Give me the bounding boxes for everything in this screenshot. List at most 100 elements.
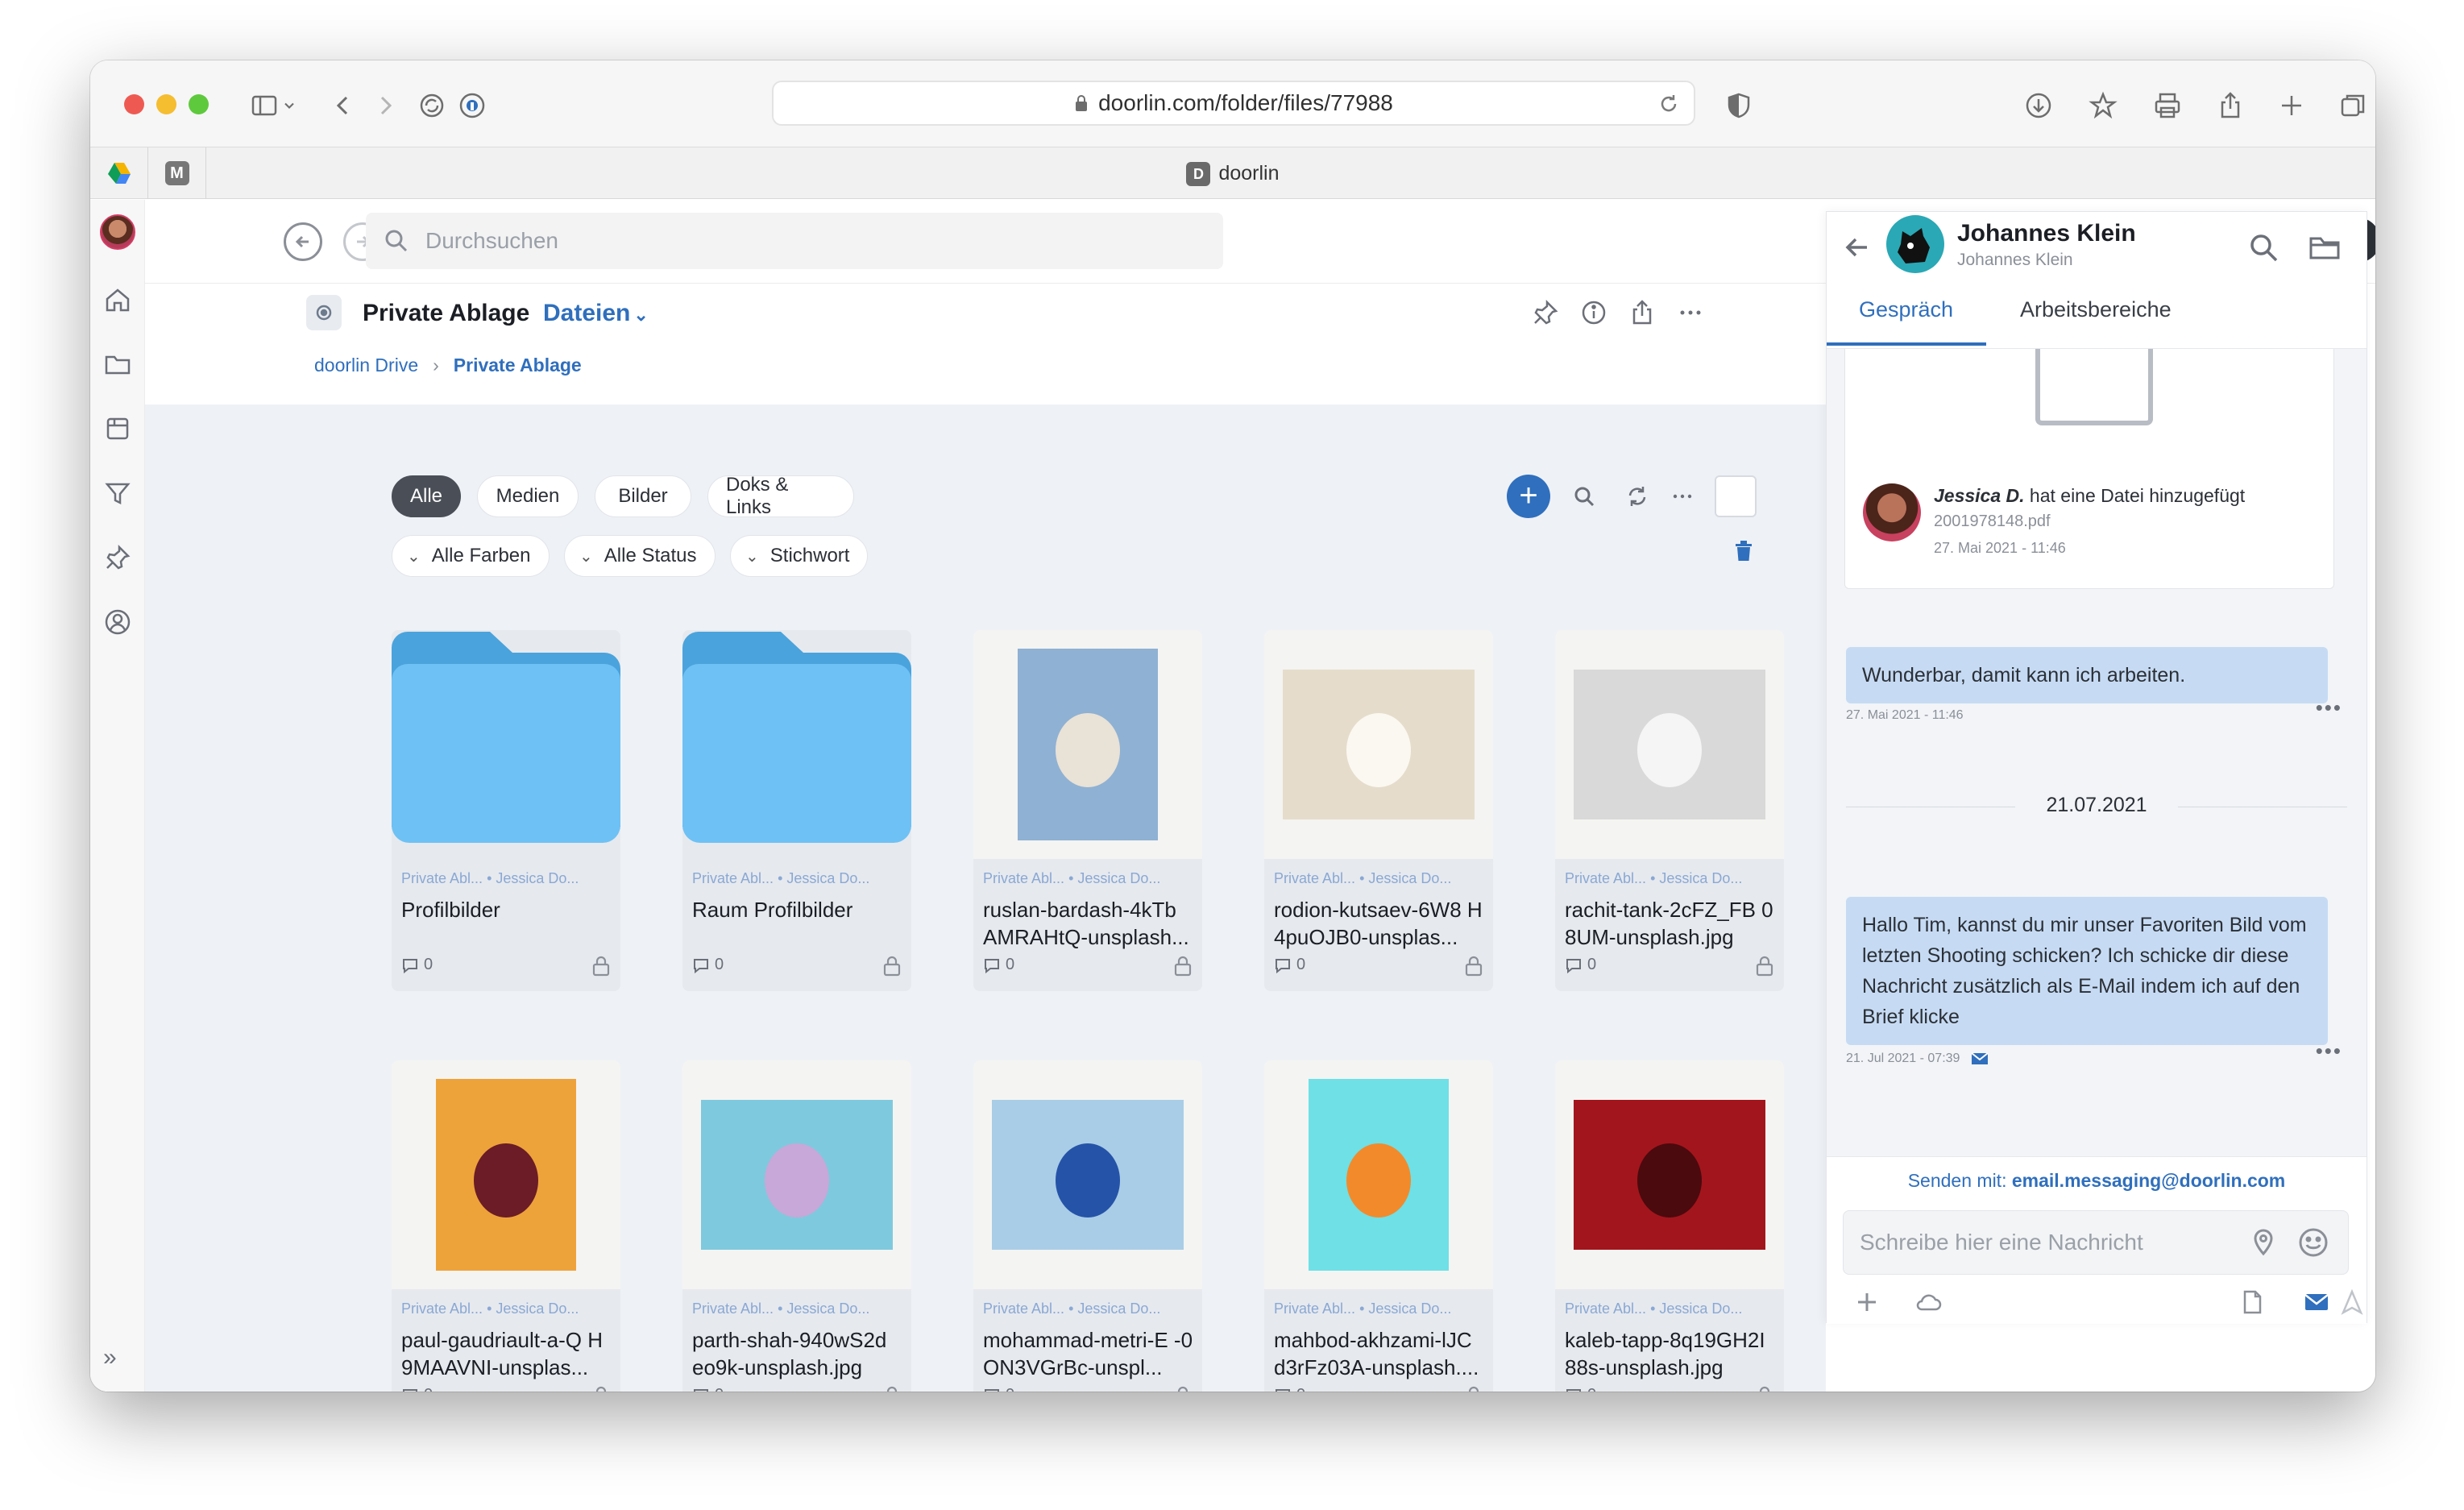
view-selector[interactable]: Dateien ⌄ <box>543 300 649 327</box>
privacy-shield-icon[interactable] <box>1716 83 1761 128</box>
status-filter-dropdown[interactable]: ⌄ Alle Status <box>564 535 716 577</box>
tab-conversation[interactable]: Gespräch <box>1859 297 1953 322</box>
comment-count[interactable]: 0 <box>1565 1386 1596 1392</box>
search-icon[interactable] <box>2246 230 2281 265</box>
info-icon[interactable] <box>1576 295 1612 330</box>
folder-card[interactable]: Private Abl... • Jessica Do... Profilbil… <box>392 630 620 991</box>
password-extension-icon[interactable] <box>450 83 495 128</box>
message-more-icon[interactable]: ••• <box>2316 1039 2342 1064</box>
contact-avatar[interactable] <box>1886 215 1944 273</box>
message-input[interactable]: Schreibe hier eine Nachricht <box>1843 1210 2349 1275</box>
home-icon[interactable] <box>102 284 134 316</box>
chevron-down-icon[interactable] <box>277 83 301 128</box>
close-window-button[interactable] <box>124 94 144 114</box>
file-event-filename[interactable]: 2001978148.pdf <box>1934 512 2051 531</box>
file-name[interactable]: Raum Profilbilder <box>692 896 903 923</box>
tab-workspaces[interactable]: Arbeitsbereiche <box>2020 297 2172 322</box>
comment-count[interactable]: 0 <box>692 956 724 974</box>
pin-icon[interactable] <box>1528 295 1563 330</box>
folder-icon[interactable] <box>2307 230 2342 265</box>
sync-icon[interactable] <box>409 83 454 128</box>
email-send-icon[interactable] <box>2300 1286 2333 1318</box>
plus-icon[interactable] <box>1851 1286 1883 1318</box>
file-card[interactable]: Private Abl... • Jessica Do... rodion-ku… <box>1264 630 1493 991</box>
file-name[interactable]: rachit-tank-2cFZ_FB 08UM-unsplash.jpg <box>1565 896 1776 951</box>
filter-chip-docs-links[interactable]: Doks & Links <box>707 474 854 518</box>
refresh-icon[interactable] <box>1620 479 1655 514</box>
comment-count[interactable]: 0 <box>1565 956 1596 974</box>
more-options-icon[interactable] <box>1673 295 1708 330</box>
reload-icon[interactable] <box>1657 92 1681 116</box>
download-icon[interactable] <box>2016 83 2061 128</box>
send-icon[interactable] <box>2336 1286 2368 1318</box>
lock-icon[interactable] <box>591 956 611 977</box>
cloud-icon[interactable] <box>1912 1286 1944 1318</box>
filter-icon[interactable] <box>102 477 134 509</box>
search-icon[interactable] <box>1566 479 1602 514</box>
file-card[interactable]: Private Abl... • Jessica Do... ruslan-ba… <box>973 630 1202 991</box>
lock-icon[interactable] <box>1464 956 1483 977</box>
pin-icon[interactable] <box>102 541 134 574</box>
send-with-address[interactable]: email.messaging@doorlin.com <box>2012 1170 2285 1191</box>
nav-back-button[interactable] <box>284 222 322 261</box>
minimize-window-button[interactable] <box>156 94 176 114</box>
message-bubble[interactable]: Wunderbar, damit kann ich arbeiten. <box>1846 647 2328 703</box>
comment-count[interactable]: 0 <box>983 956 1014 974</box>
file-card[interactable]: Private Abl... • Jessica Do... paul-gaud… <box>392 1060 620 1392</box>
file-card[interactable]: Private Abl... • Jessica Do... parth-sha… <box>682 1060 911 1392</box>
comment-count[interactable]: 0 <box>692 1386 724 1392</box>
select-all-checkbox[interactable] <box>1715 475 1757 517</box>
comment-count[interactable]: 0 <box>401 956 433 974</box>
file-name[interactable]: rodion-kutsaev-6W8 H4puOJB0-unsplas... <box>1274 896 1485 951</box>
comment-count[interactable]: 0 <box>1274 956 1305 974</box>
file-card[interactable]: Private Abl... • Jessica Do... rachit-ta… <box>1555 630 1784 991</box>
lock-icon[interactable] <box>1464 1386 1483 1392</box>
folder-icon[interactable] <box>102 348 134 380</box>
add-file-button[interactable]: + <box>1507 475 1550 518</box>
document-icon[interactable] <box>2236 1286 2268 1318</box>
file-name[interactable]: paul-gaudriault-a-Q H9MAAVNI-unsplas... <box>401 1326 612 1381</box>
trash-icon[interactable] <box>1732 538 1755 562</box>
back-arrow-icon[interactable] <box>1841 231 1873 263</box>
file-card[interactable]: Private Abl... • Jessica Do... mahbod-ak… <box>1264 1060 1493 1392</box>
lock-icon[interactable] <box>1755 956 1774 977</box>
comment-count[interactable]: 0 <box>401 1386 433 1392</box>
file-name[interactable]: mohammad-metri-E -0ON3VGrBc-unspl... <box>983 1326 1194 1381</box>
location-pin-icon[interactable] <box>2246 1226 2280 1259</box>
file-name[interactable]: mahbod-akhzami-lJC d3rFz03A-unsplash.... <box>1274 1326 1485 1381</box>
file-name[interactable]: kaleb-tapp-8q19GH2I 88s-unsplash.jpg <box>1565 1326 1776 1381</box>
file-name[interactable]: ruslan-bardash-4kTb AMRAHtQ-unsplash... <box>983 896 1194 951</box>
expand-sidebar-icon[interactable]: » <box>103 1344 117 1371</box>
keyword-filter-dropdown[interactable]: ⌄ Stichwort <box>730 535 869 577</box>
message-bubble[interactable]: Hallo Tim, kannst du mir unser Favoriten… <box>1846 897 2328 1045</box>
new-tab-icon[interactable] <box>2269 83 2314 128</box>
breadcrumb-root[interactable]: doorlin Drive <box>314 355 418 375</box>
search-input[interactable]: Durchsuchen <box>366 213 1223 269</box>
filter-chip-images[interactable]: Bilder <box>595 475 691 517</box>
folder-card[interactable]: Private Abl... • Jessica Do... Raum Prof… <box>682 630 911 991</box>
profile-icon[interactable] <box>102 606 134 638</box>
print-icon[interactable] <box>2145 83 2190 128</box>
lock-icon[interactable] <box>882 1386 902 1392</box>
file-card[interactable]: Private Abl... • Jessica Do... kaleb-tap… <box>1555 1060 1784 1392</box>
file-added-event[interactable]: Jessica D. hat eine Datei hinzugefügt 20… <box>1844 349 2334 589</box>
comment-count[interactable]: 0 <box>983 1386 1014 1392</box>
filter-chip-media[interactable]: Medien <box>477 475 579 517</box>
lock-icon[interactable] <box>591 1386 611 1392</box>
emoji-icon[interactable] <box>2296 1226 2330 1259</box>
filter-chip-all[interactable]: Alle <box>392 475 461 517</box>
active-tab[interactable]: Ddoorlin <box>90 162 2375 187</box>
lock-icon[interactable] <box>1173 956 1193 977</box>
address-bar[interactable]: doorlin.com/folder/files/77988 <box>772 81 1695 126</box>
forward-icon[interactable] <box>363 83 408 128</box>
message-more-icon[interactable]: ••• <box>2316 695 2342 720</box>
file-card[interactable]: Private Abl... • Jessica Do... mohammad-… <box>973 1060 1202 1392</box>
back-icon[interactable] <box>321 83 366 128</box>
share-icon[interactable] <box>1624 295 1660 330</box>
file-name[interactable]: parth-shah-940wS2d eo9k-unsplash.jpg <box>692 1326 903 1381</box>
board-icon[interactable] <box>102 413 134 445</box>
lock-icon[interactable] <box>1755 1386 1774 1392</box>
comment-count[interactable]: 0 <box>1274 1386 1305 1392</box>
star-icon[interactable] <box>2080 83 2126 128</box>
file-name[interactable]: Profilbilder <box>401 896 612 923</box>
